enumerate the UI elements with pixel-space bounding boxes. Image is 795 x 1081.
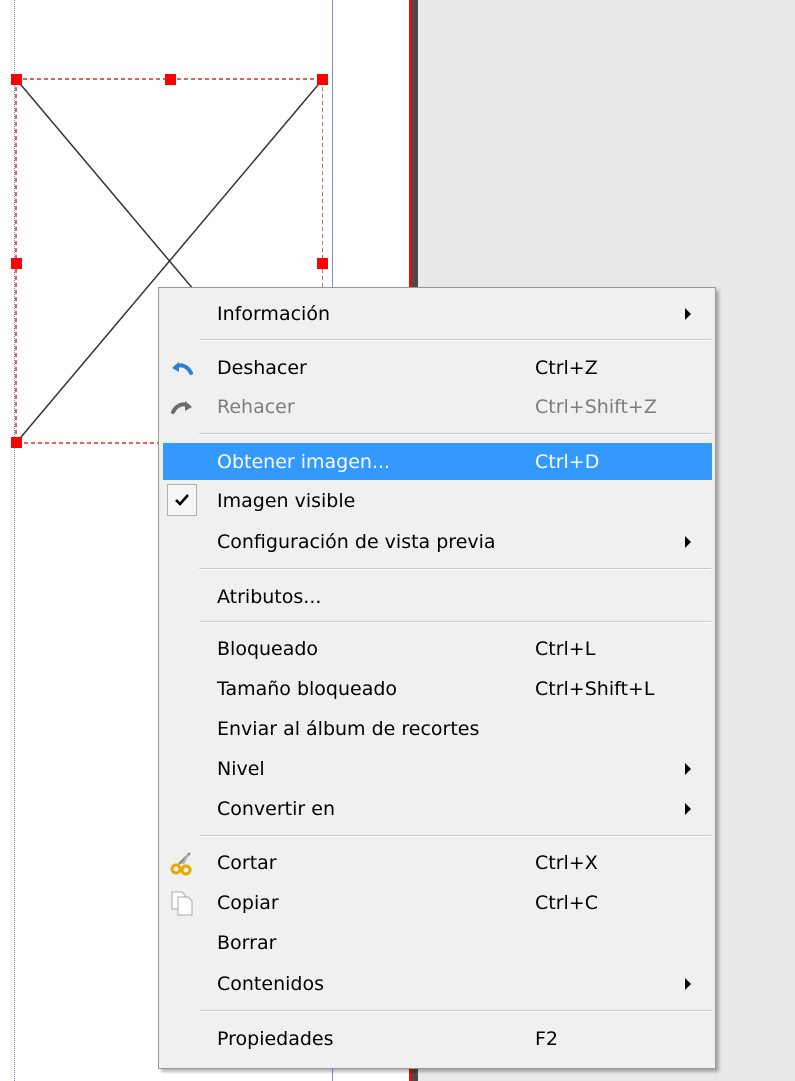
menu-item-shortcut: Ctrl+X — [535, 851, 598, 874]
menu-item-label: Nivel — [217, 757, 265, 780]
context-menu: Información Deshacer Ctrl+Z Rehacer Ctrl… — [158, 287, 716, 1069]
menu-item-rehacer[interactable]: Rehacer Ctrl+Shift+Z — [163, 388, 712, 425]
menu-item-label: Bloqueado — [217, 637, 319, 660]
menu-item-cortar[interactable]: Cortar Ctrl+X — [163, 844, 712, 881]
resize-handle-middle-left[interactable] — [11, 258, 22, 269]
checkmark-icon — [167, 484, 197, 516]
menu-item-label: Contenidos — [217, 972, 324, 995]
menu-item-label: Configuración de vista previa — [217, 530, 496, 553]
menu-item-shortcut: Ctrl+Z — [535, 356, 598, 379]
menu-item-label: Cortar — [217, 851, 277, 874]
menu-separator — [199, 433, 711, 435]
resize-handle-middle-right[interactable] — [317, 258, 328, 269]
menu-item-shortcut: Ctrl+Shift+Z — [535, 395, 657, 418]
menu-item-shortcut: F2 — [535, 1027, 559, 1050]
resize-handle-bottom-left[interactable] — [11, 437, 22, 448]
resize-handle-top-left[interactable] — [11, 74, 22, 85]
menu-separator — [199, 339, 711, 341]
menu-item-tamano-bloqueado[interactable]: Tamaño bloqueado Ctrl+Shift+L — [163, 670, 712, 707]
menu-item-propiedades[interactable]: Propiedades F2 — [163, 1020, 712, 1057]
scissors-icon — [169, 850, 195, 876]
undo-arrow-icon — [169, 355, 195, 381]
menu-item-label: Rehacer — [217, 395, 295, 418]
menu-item-label: Información — [217, 302, 330, 325]
redo-arrow-icon — [169, 394, 195, 420]
menu-item-shortcut: Ctrl+Shift+L — [535, 677, 655, 700]
menu-item-imagen-visible[interactable]: Imagen visible — [163, 482, 712, 519]
menu-item-label: Obtener imagen... — [217, 450, 391, 473]
resize-handle-top-center[interactable] — [165, 74, 176, 85]
menu-item-informacion[interactable]: Información — [163, 295, 712, 332]
menu-item-shortcut: Ctrl+L — [535, 637, 596, 660]
copy-pages-icon — [169, 890, 195, 916]
menu-item-shortcut: Ctrl+C — [535, 891, 598, 914]
menu-item-obtener-imagen[interactable]: Obtener imagen... Ctrl+D — [163, 443, 712, 480]
menu-item-label: Deshacer — [217, 356, 307, 379]
menu-item-label: Tamaño bloqueado — [217, 677, 398, 700]
menu-item-convertir-en[interactable]: Convertir en — [163, 790, 712, 827]
resize-handle-top-right[interactable] — [317, 74, 328, 85]
submenu-arrow-icon — [685, 535, 691, 548]
submenu-arrow-icon — [685, 802, 691, 815]
menu-item-label: Borrar — [217, 931, 277, 954]
menu-separator — [199, 1010, 711, 1012]
menu-item-enviar-album[interactable]: Enviar al álbum de recortes — [163, 710, 712, 747]
menu-item-nivel[interactable]: Nivel — [163, 750, 712, 787]
menu-item-bloqueado[interactable]: Bloqueado Ctrl+L — [163, 630, 712, 667]
submenu-arrow-icon — [685, 762, 691, 775]
menu-item-label: Propiedades — [217, 1027, 334, 1050]
menu-item-contenidos[interactable]: Contenidos — [163, 965, 712, 1002]
menu-separator — [199, 835, 711, 837]
menu-item-shortcut: Ctrl+D — [535, 450, 600, 473]
menu-item-configuracion-vista-previa[interactable]: Configuración de vista previa — [163, 523, 712, 560]
menu-item-label: Copiar — [217, 891, 279, 914]
menu-separator — [199, 568, 711, 570]
submenu-arrow-icon — [685, 307, 691, 320]
menu-item-borrar[interactable]: Borrar — [163, 924, 712, 961]
submenu-arrow-icon — [685, 977, 691, 990]
menu-item-label: Atributos... — [217, 585, 322, 608]
menu-item-label: Imagen visible — [217, 489, 356, 512]
menu-item-label: Enviar al álbum de recortes — [217, 717, 480, 740]
menu-item-copiar[interactable]: Copiar Ctrl+C — [163, 884, 712, 921]
menu-item-deshacer[interactable]: Deshacer Ctrl+Z — [163, 349, 712, 386]
menu-separator — [199, 621, 711, 623]
menu-item-label: Convertir en — [217, 797, 335, 820]
menu-item-atributos[interactable]: Atributos... — [163, 578, 712, 615]
